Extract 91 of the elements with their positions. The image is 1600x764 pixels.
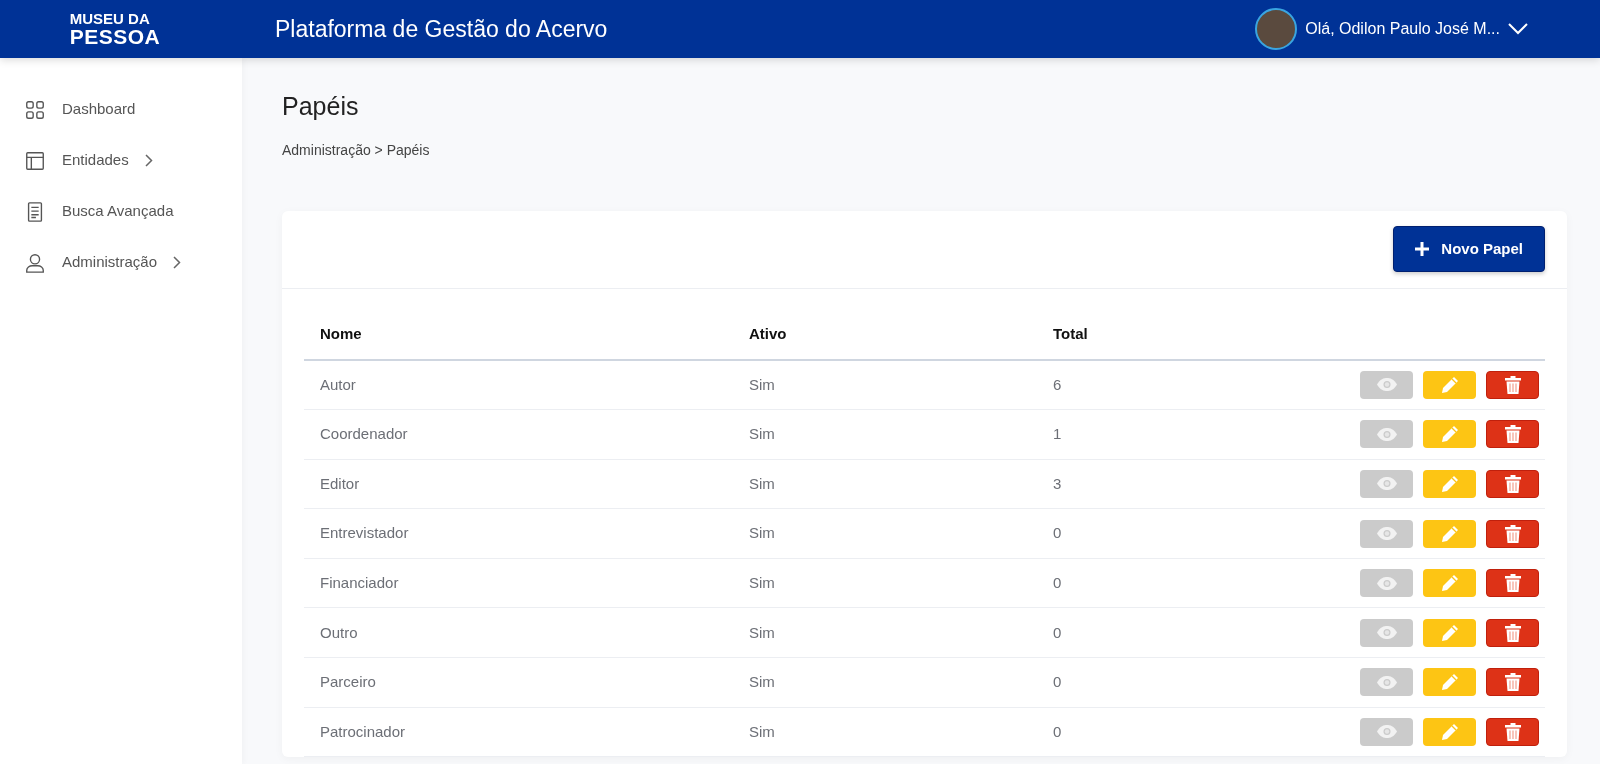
pencil-icon (1440, 475, 1459, 493)
eye-icon (1376, 378, 1397, 392)
sidebar-item[interactable]: Administração (0, 237, 242, 288)
edit-button[interactable] (1423, 470, 1476, 498)
table-cell-text: 0 (1053, 622, 1063, 643)
view-button[interactable] (1360, 420, 1413, 449)
edit-button[interactable] (1423, 370, 1476, 399)
delete-button[interactable] (1486, 618, 1539, 647)
edit-button[interactable] (1423, 618, 1476, 647)
view-button[interactable] (1360, 668, 1413, 697)
chevron-down-icon[interactable] (1508, 23, 1528, 35)
table-cell-text: 1 (1053, 424, 1063, 445)
sidebar-item[interactable]: Busca Avançada (0, 186, 242, 237)
eye-icon (1376, 427, 1397, 441)
pencil-icon (1440, 722, 1459, 741)
logo[interactable]: MUSEU DA PESSOA (69, 11, 161, 47)
pencil-icon (1440, 425, 1459, 444)
delete-button[interactable] (1486, 420, 1539, 449)
breadcrumb: Administração > Papéis (282, 140, 431, 160)
avatar (1255, 8, 1298, 50)
view-button[interactable] (1360, 618, 1413, 647)
table-cell-text: 0 (1053, 523, 1063, 544)
delete-button[interactable] (1486, 717, 1539, 746)
table-cell-text: 0 (1053, 672, 1063, 693)
table-cell-text: Parceiro (319, 672, 377, 693)
page-title: Papéis (282, 91, 360, 122)
delete-button[interactable] (1486, 519, 1539, 548)
edit-button[interactable] (1423, 668, 1476, 697)
trash-icon (1504, 425, 1521, 444)
delete-button[interactable] (1486, 668, 1539, 697)
column-header: Total (1053, 324, 1089, 345)
new-role-button[interactable]: Novo Papel (1393, 226, 1545, 272)
trash-icon (1504, 673, 1521, 692)
trash-icon (1504, 475, 1521, 493)
sidebar-item[interactable]: Dashboard (0, 84, 242, 135)
column-header: Ativo (749, 324, 788, 345)
eye-icon (1376, 626, 1397, 640)
table-cell-text: Sim (749, 523, 776, 544)
plus-icon (1415, 242, 1430, 256)
trash-icon (1504, 722, 1521, 741)
edit-button[interactable] (1423, 519, 1476, 548)
table-cell-text: Entrevistador (319, 523, 410, 544)
pencil-icon (1440, 623, 1459, 642)
eye-icon (1376, 725, 1397, 739)
edit-button[interactable] (1423, 717, 1476, 746)
trash-icon (1504, 375, 1521, 394)
table-cell-text: 0 (1053, 572, 1063, 593)
eye-icon (1376, 527, 1397, 541)
user-icon (24, 251, 46, 274)
trash-icon (1504, 623, 1521, 642)
trash-icon (1504, 524, 1521, 543)
table-cell-text: Coordenador (319, 424, 409, 445)
pencil-icon (1440, 375, 1459, 394)
eye-icon (1376, 675, 1397, 689)
table-cell-text: 6 (1053, 374, 1063, 395)
pencil-icon (1440, 524, 1459, 543)
pencil-icon (1440, 574, 1459, 593)
pencil-icon (1440, 673, 1459, 692)
grid-icon (24, 98, 46, 121)
table-cell-text: Sim (749, 424, 776, 445)
view-button[interactable] (1360, 569, 1413, 598)
table-cell-text: Sim (749, 721, 776, 742)
table-cell-text: Sim (749, 622, 776, 643)
view-button[interactable] (1360, 717, 1413, 746)
delete-button[interactable] (1486, 470, 1539, 498)
table-cell-text: Financiador (319, 572, 400, 593)
delete-button[interactable] (1486, 569, 1539, 598)
table-cell-text: 0 (1053, 721, 1063, 742)
table-cell-text: Editor (319, 473, 361, 494)
edit-button[interactable] (1423, 420, 1476, 449)
view-button[interactable] (1360, 370, 1413, 399)
table-cell-text: Sim (749, 672, 776, 693)
table-cell-text: Sim (749, 572, 776, 593)
table-cell-text: Sim (749, 374, 776, 395)
delete-button[interactable] (1486, 370, 1539, 399)
sidebar-item[interactable]: Entidades (0, 135, 242, 186)
view-button[interactable] (1360, 470, 1413, 498)
trash-icon (1504, 574, 1521, 593)
app-title: Plataforma de Gestão do Acervo (275, 14, 608, 44)
table-cell-text: 3 (1053, 473, 1063, 494)
table-cell-text: Sim (749, 473, 776, 494)
layout-icon (24, 149, 46, 172)
column-header: Nome (319, 324, 363, 345)
table-cell-text: Outro (319, 622, 359, 643)
eye-icon (1376, 477, 1397, 491)
user-name[interactable]: Olá, Odilon Paulo José M... (1305, 17, 1500, 41)
table-cell-text: Patrocinador (319, 721, 407, 742)
eye-icon (1376, 576, 1397, 590)
edit-button[interactable] (1423, 569, 1476, 598)
view-button[interactable] (1360, 519, 1413, 548)
table-cell-text: Autor (319, 374, 357, 395)
